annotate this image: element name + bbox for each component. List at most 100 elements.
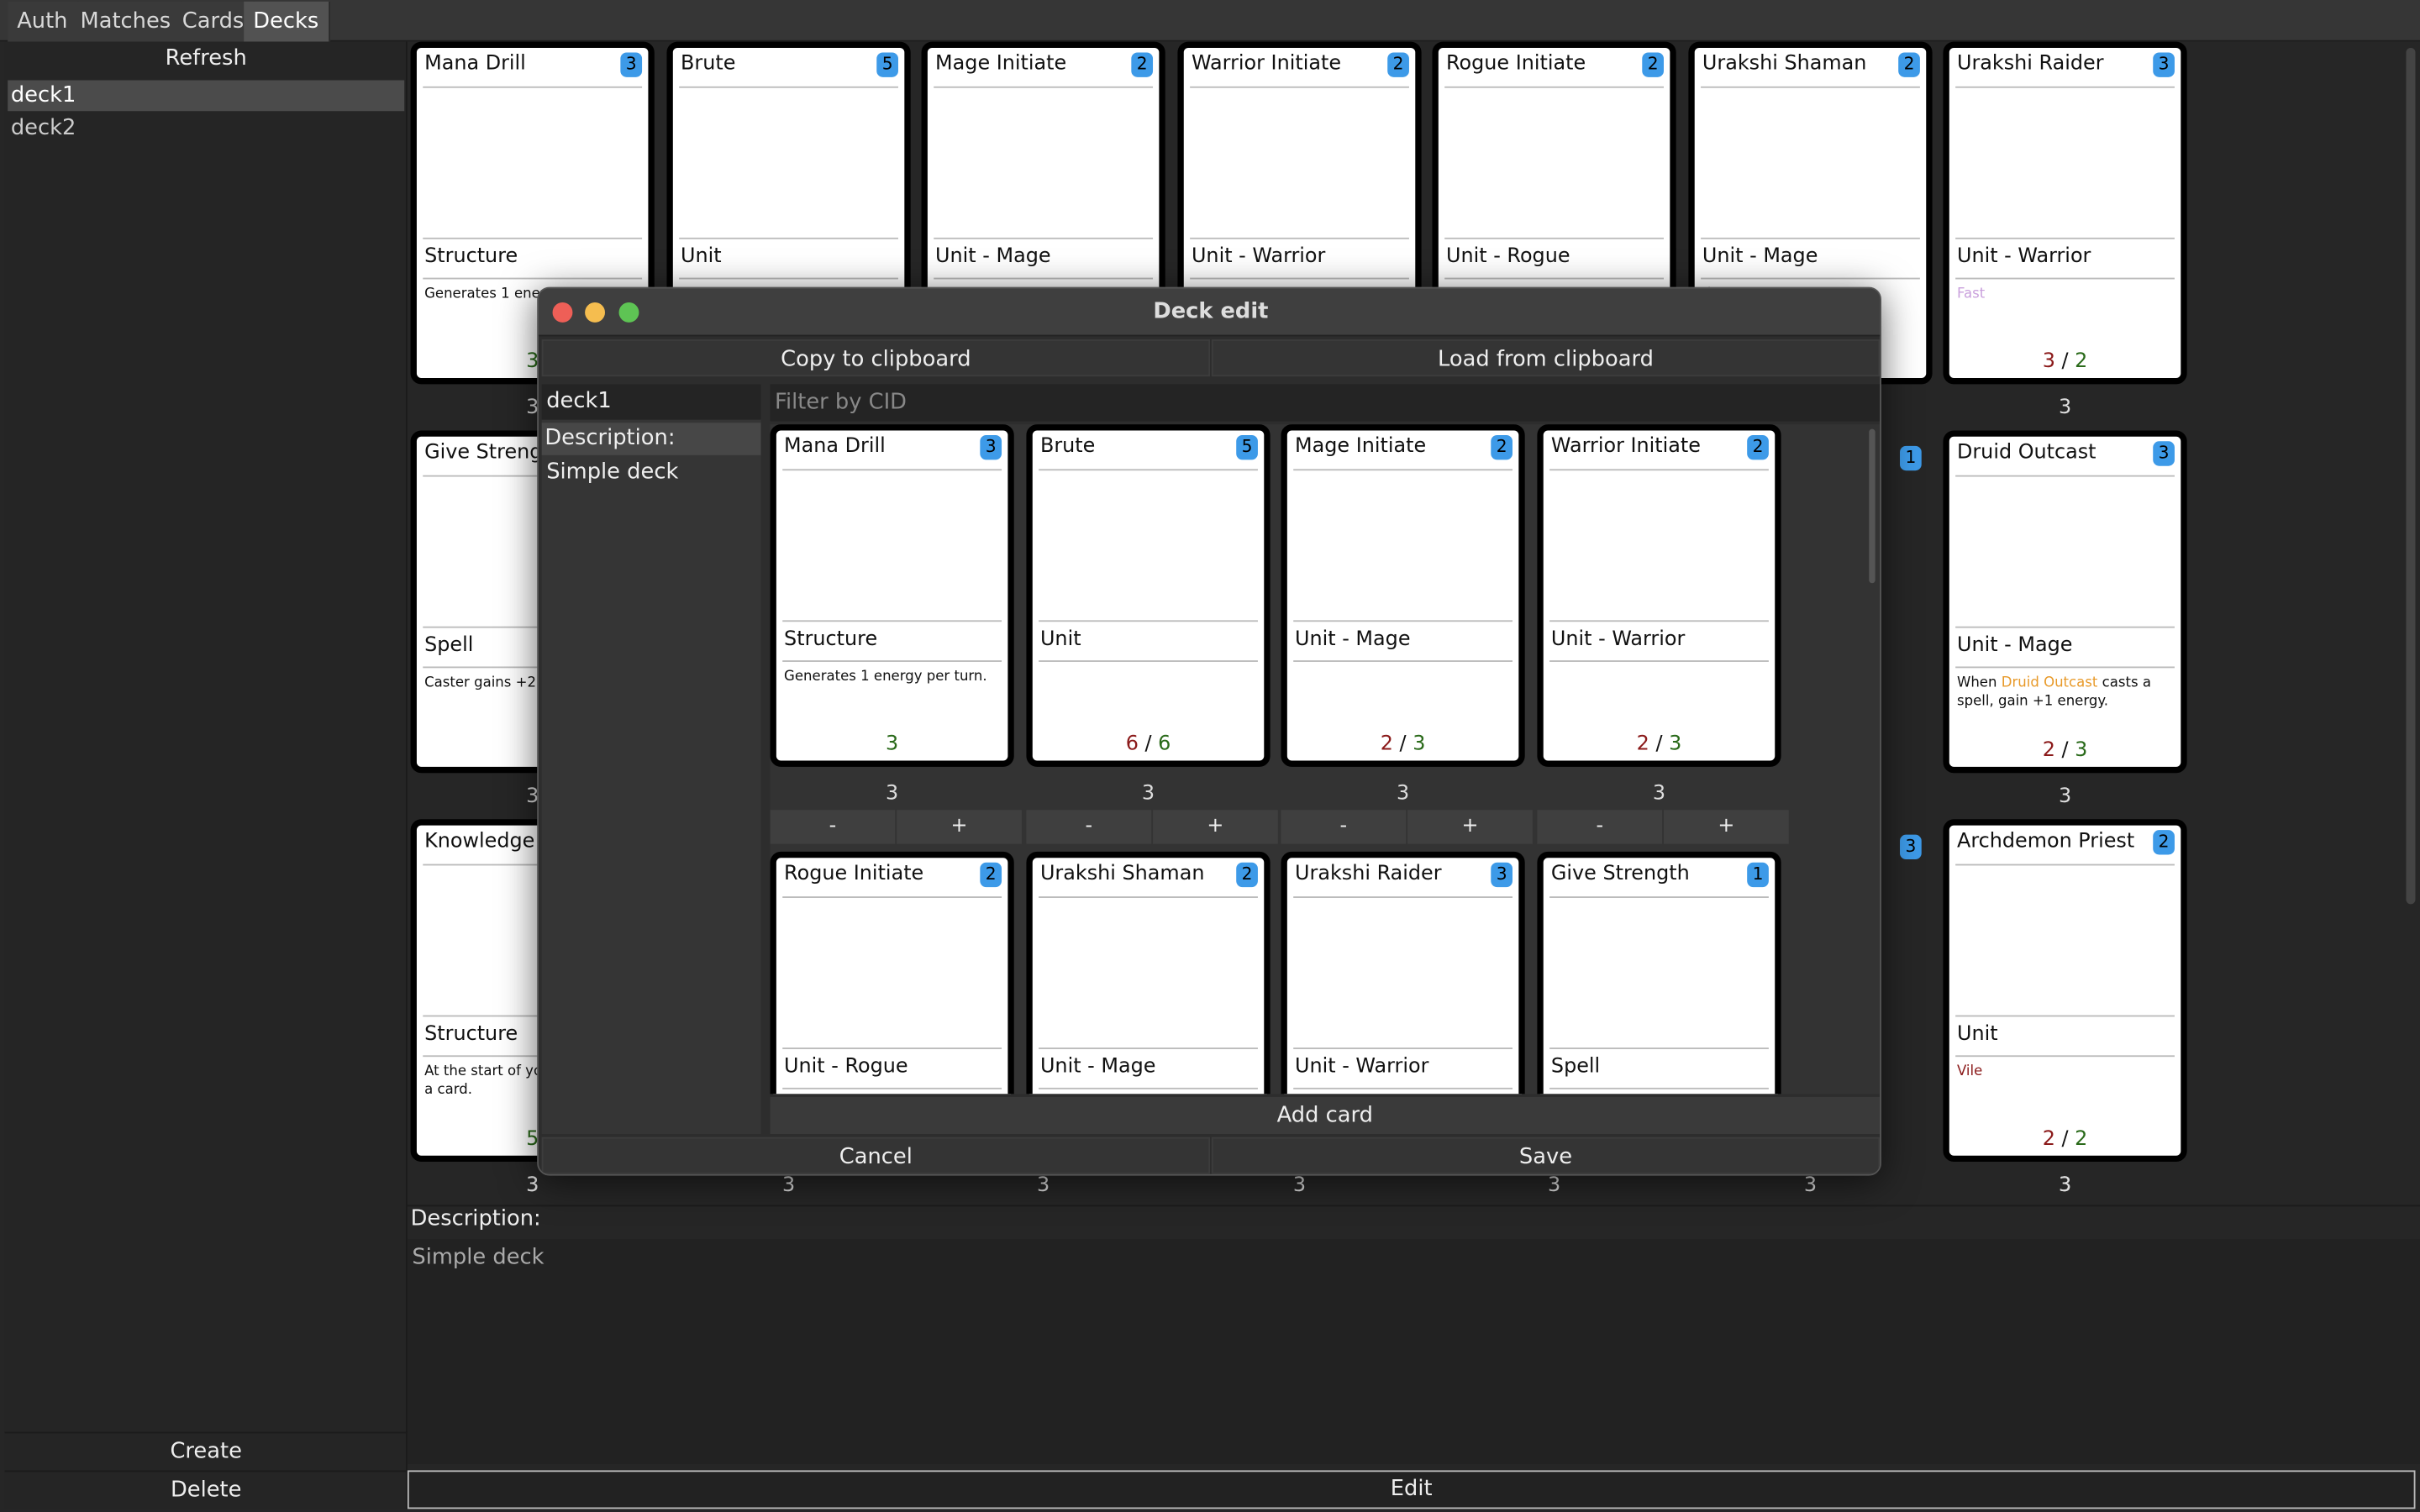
card-cost-badge: 3 — [980, 434, 1002, 460]
card-count: 3 — [1396, 782, 1410, 806]
cancel-button[interactable]: Cancel — [541, 1137, 1210, 1174]
card-type: Unit - Mage — [935, 245, 1051, 269]
minimize-icon[interactable] — [585, 302, 605, 323]
load-from-clipboard-button[interactable]: Load from clipboard — [1211, 339, 1881, 377]
card[interactable]: Mage Initiate 2 Unit - Mage 2 / 3 — [1281, 424, 1525, 767]
card-divider — [1293, 896, 1512, 898]
decrement-button[interactable]: - — [1281, 810, 1407, 844]
deck-list-item[interactable]: deck1 — [8, 80, 405, 112]
card-count: 3 — [2058, 785, 2072, 809]
card[interactable]: Rogue Initiate 2 Unit - Rogue — [770, 851, 1014, 1095]
deck-name-input[interactable]: deck1 — [541, 384, 761, 420]
increment-button[interactable]: + — [1153, 810, 1278, 844]
card-count: 3 — [1141, 782, 1155, 806]
close-icon[interactable] — [552, 302, 573, 323]
card[interactable]: Urakshi Raider 3 Unit - Warrior — [1281, 851, 1525, 1095]
card-stats: 6 / 6 — [1033, 732, 1265, 756]
card-count: 3 — [2058, 396, 2072, 420]
card-divider — [1955, 86, 2175, 88]
card-stats: 2 / 3 — [1949, 739, 2181, 763]
card-divider — [423, 237, 643, 239]
card-health: 3 — [1669, 732, 1682, 756]
card-divider — [679, 237, 898, 239]
card-divider — [1955, 626, 2175, 628]
tab-bar: Auth Matches Cards Decks — [0, 0, 2420, 42]
card[interactable]: Urakshi Raider 3 Unit - Warrior Fast 3 / 2 — [1943, 41, 2187, 385]
tab-decks[interactable]: Decks — [244, 1, 330, 42]
card[interactable]: Archdemon Priest 2 Unit Vile 2 / 2 — [1943, 819, 2187, 1163]
dialog-scrollbar[interactable] — [1869, 428, 1876, 584]
card-divider — [1190, 86, 1409, 88]
grid-scrollbar[interactable] — [2406, 47, 2416, 905]
tab-matches[interactable]: Matches — [71, 1, 182, 42]
increment-button[interactable]: + — [1664, 810, 1789, 844]
card-health: 2 — [2075, 349, 2088, 374]
card-divider — [1549, 1087, 1769, 1089]
card-name: Brute — [1039, 434, 1096, 459]
card-keyword: Fast — [1956, 286, 1986, 302]
card-cost-badge: 1 — [1900, 445, 1922, 471]
refresh-button[interactable]: Refresh — [5, 42, 408, 76]
card-name: Give Strength — [1550, 862, 1690, 886]
card[interactable]: Mana Drill 3 Structure Generates 1 energy p… — [770, 424, 1014, 767]
card-divider — [679, 86, 898, 88]
deck-edit-dialog: Deck edit Copy to clipboard Load from cl… — [537, 286, 1881, 1176]
card[interactable]: Urakshi Shaman 2 Unit - Mage — [1026, 851, 1270, 1095]
card-divider — [1293, 620, 1512, 622]
stats-separator: / — [1392, 732, 1413, 756]
column-count: 3 — [1803, 1173, 1818, 1198]
card-health: 3 — [886, 732, 899, 756]
card-attack: 6 — [1125, 732, 1139, 756]
dialog-card-list: Mana Drill 3 Structure Generates 1 energy p… — [770, 424, 1881, 1095]
description-input[interactable]: Simple deck — [542, 459, 761, 484]
card-name: Mana Drill — [424, 52, 526, 76]
decrement-button[interactable]: - — [1537, 810, 1663, 844]
card-attack: 2 — [1380, 732, 1393, 756]
card-type: Unit - Warrior — [1191, 245, 1326, 269]
tab-cards[interactable]: Cards — [172, 1, 255, 42]
maximize-icon[interactable] — [618, 302, 639, 323]
card-divider — [1701, 237, 1920, 239]
card-cost-badge: 2 — [1642, 52, 1664, 77]
card-cost-badge: 1 — [1747, 862, 1769, 888]
column-count: 3 — [1292, 1173, 1307, 1198]
card-divider — [1444, 86, 1664, 88]
tab-auth[interactable]: Auth — [8, 1, 79, 42]
copy-to-clipboard-button[interactable]: Copy to clipboard — [541, 339, 1210, 377]
deck-list-item[interactable]: deck2 — [8, 113, 404, 144]
card-health: 2 — [2075, 1127, 2088, 1152]
card-divider — [1955, 277, 2175, 280]
card-cost-badge: 3 — [620, 52, 643, 77]
decrement-button[interactable]: - — [1026, 810, 1152, 844]
edit-button[interactable]: Edit — [407, 1470, 2416, 1509]
card-cost-badge: 5 — [876, 52, 898, 77]
card-divider — [1955, 1055, 2175, 1058]
card-divider — [1955, 475, 2175, 477]
save-button[interactable]: Save — [1211, 1137, 1881, 1174]
card-type: Unit - Mage — [1956, 633, 2073, 658]
card-name: Rogue Initiate — [1446, 52, 1586, 76]
increment-button[interactable]: + — [897, 810, 1022, 844]
card-type: Unit - Warrior — [1295, 1055, 1429, 1079]
add-card-button[interactable]: Add card — [770, 1096, 1881, 1134]
filter-cid-input[interactable]: Filter by CID — [770, 384, 1881, 422]
delete-button[interactable]: Delete — [4, 1470, 408, 1507]
card-stats: 3 — [776, 732, 1008, 756]
card-cost-badge: 2 — [1387, 52, 1409, 77]
decrement-button[interactable]: - — [770, 810, 896, 844]
card[interactable]: Druid Outcast 3 Unit - Mage When Druid Outc… — [1943, 430, 2187, 774]
card[interactable]: Brute 5 Unit 6 / 6 — [1026, 424, 1270, 767]
card[interactable]: Give Strength 1 Spell — [1537, 851, 1781, 1095]
card-name: Archdemon Priest — [1956, 830, 2135, 853]
column-count: 3 — [1547, 1173, 1561, 1198]
card-divider — [782, 620, 1002, 622]
card-divider — [1549, 896, 1769, 898]
card-cost-badge: 3 — [1491, 862, 1512, 888]
card[interactable]: Warrior Initiate 2 Unit - Warrior 2 / 3 — [1537, 424, 1781, 767]
card-divider — [1549, 469, 1769, 471]
card-cost-badge: 3 — [1900, 834, 1922, 860]
create-button[interactable]: Create — [4, 1431, 408, 1468]
card-type: Structure — [424, 1022, 518, 1047]
card-attack: 2 — [2042, 1127, 2055, 1152]
increment-button[interactable]: + — [1407, 810, 1533, 844]
